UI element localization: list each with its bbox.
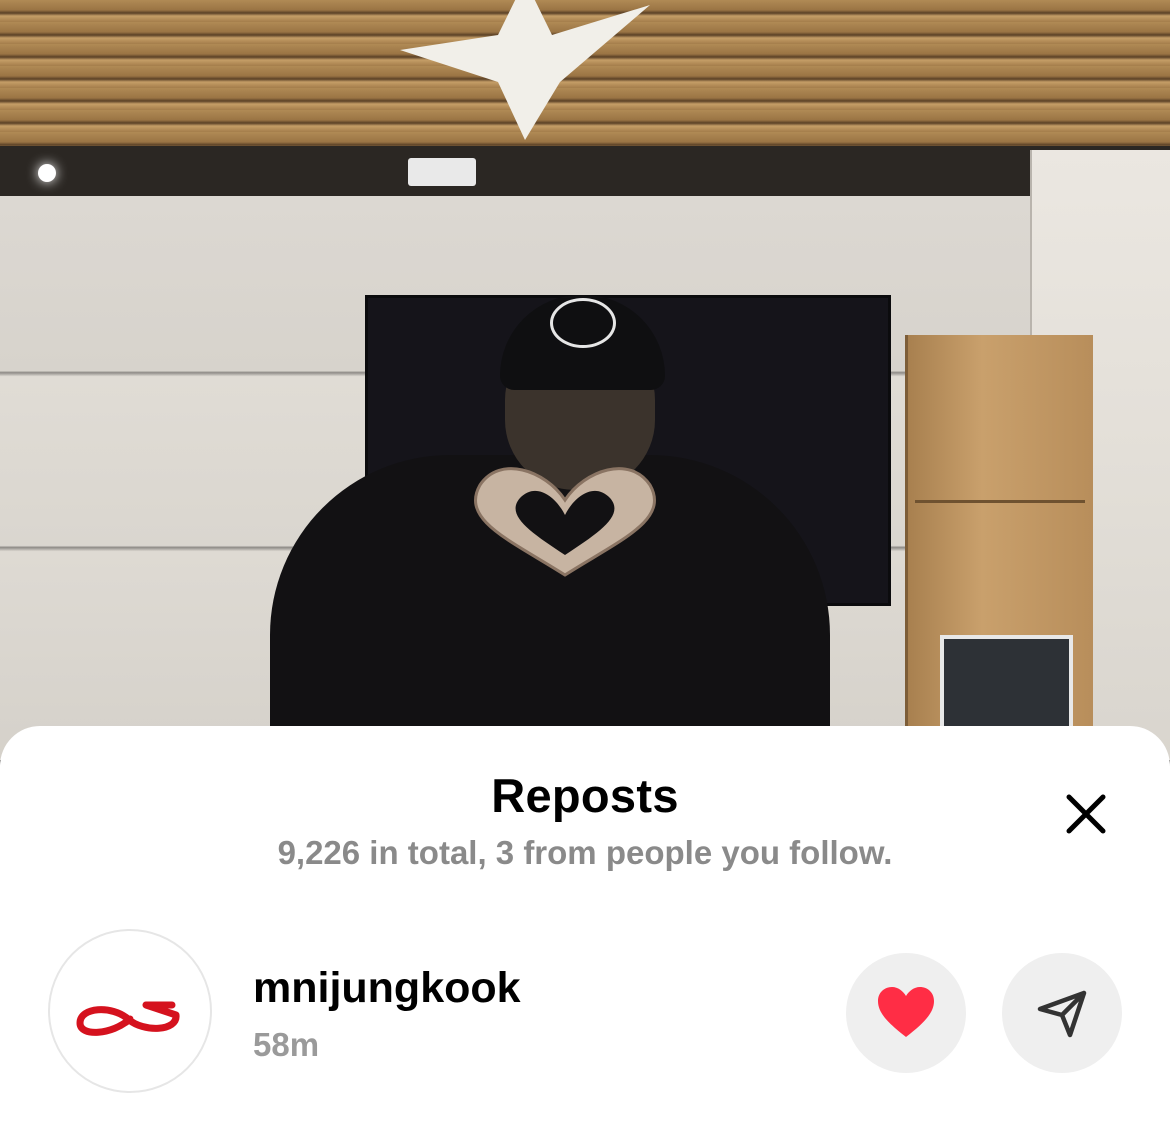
reposts-sheet: Reposts 9,226 in total, 3 from people yo…	[0, 726, 1170, 1124]
cap-logo	[550, 298, 616, 348]
close-button[interactable]	[1058, 786, 1114, 842]
send-icon	[1037, 990, 1087, 1038]
wall-vent	[408, 158, 476, 186]
sheet-subtitle: 9,226 in total, 3 from people you follow…	[277, 834, 893, 871]
red-loop-logo-icon	[76, 1001, 180, 1036]
ceiling-light	[38, 164, 56, 182]
share-button[interactable]	[1002, 953, 1122, 1073]
background-photo	[0, 0, 1170, 760]
close-icon	[1066, 794, 1106, 834]
like-button[interactable]	[846, 953, 966, 1073]
star-decoration	[400, 0, 650, 140]
heart-hands	[474, 467, 656, 577]
repost-row[interactable]: mnijungkook 58m	[0, 926, 1170, 1098]
cabinet-divider	[915, 500, 1085, 503]
username[interactable]: mnijungkook	[253, 964, 521, 1013]
sheet-title: Reposts	[491, 769, 679, 822]
heart-icon	[878, 987, 934, 1037]
avatar[interactable]	[48, 929, 212, 1093]
timestamp: 58m	[253, 1026, 320, 1063]
ceiling-soffit	[0, 146, 1170, 198]
